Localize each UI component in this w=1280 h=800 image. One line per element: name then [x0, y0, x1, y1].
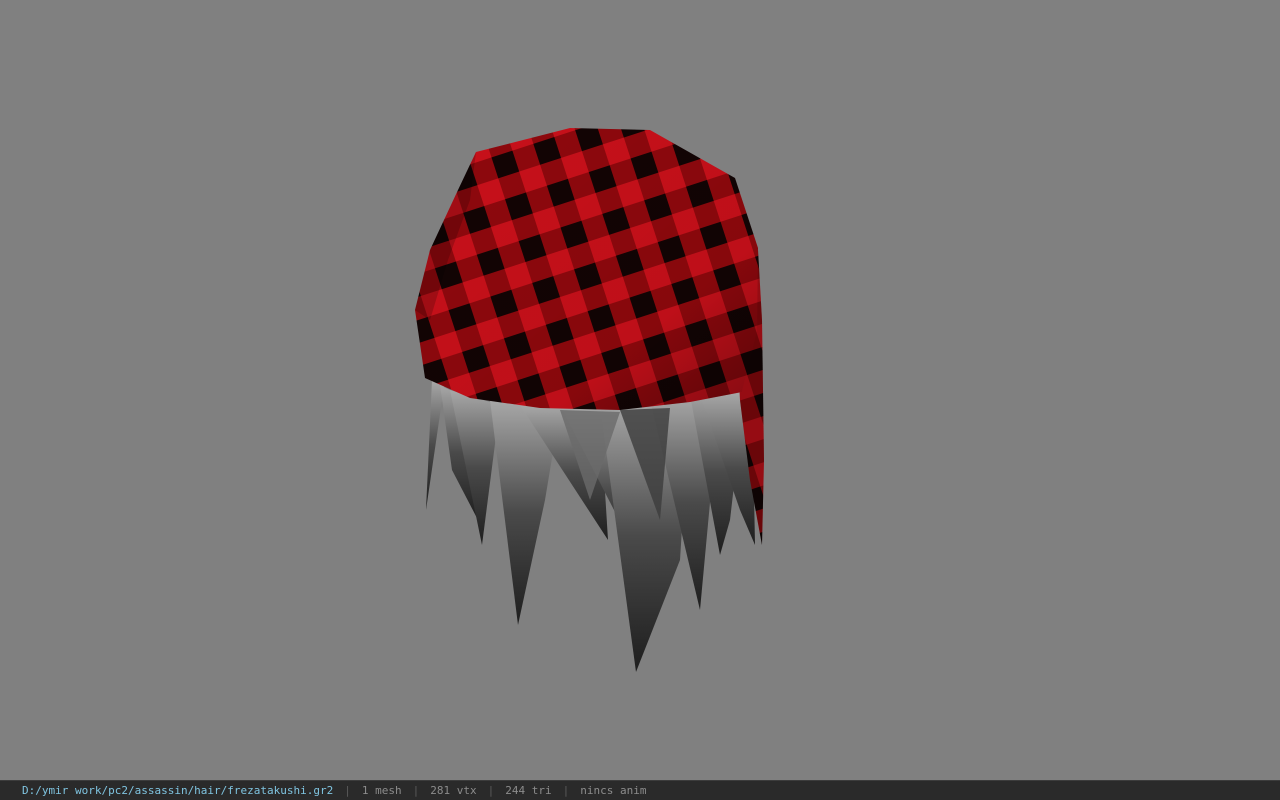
status-separator: |: [562, 784, 570, 797]
bandana-cap: [415, 128, 758, 410]
mesh-count: 1 mesh: [361, 784, 402, 797]
status-separator: |: [412, 784, 420, 797]
status-separator: |: [487, 784, 495, 797]
status-separator: |: [344, 784, 351, 797]
triangle-count: 244 tri: [505, 784, 552, 797]
file-path: D:/ymir work/pc2/assassin/hair/frezataku…: [22, 784, 334, 797]
3d-viewport[interactable]: [0, 0, 1280, 780]
vertex-count: 281 vtx: [430, 784, 477, 797]
status-bar: D:/ymir work/pc2/assassin/hair/frezataku…: [0, 780, 1280, 800]
model-preview[interactable]: [0, 0, 1280, 780]
hair-mesh: [426, 380, 755, 672]
animation-status: nincs anim: [580, 784, 647, 797]
